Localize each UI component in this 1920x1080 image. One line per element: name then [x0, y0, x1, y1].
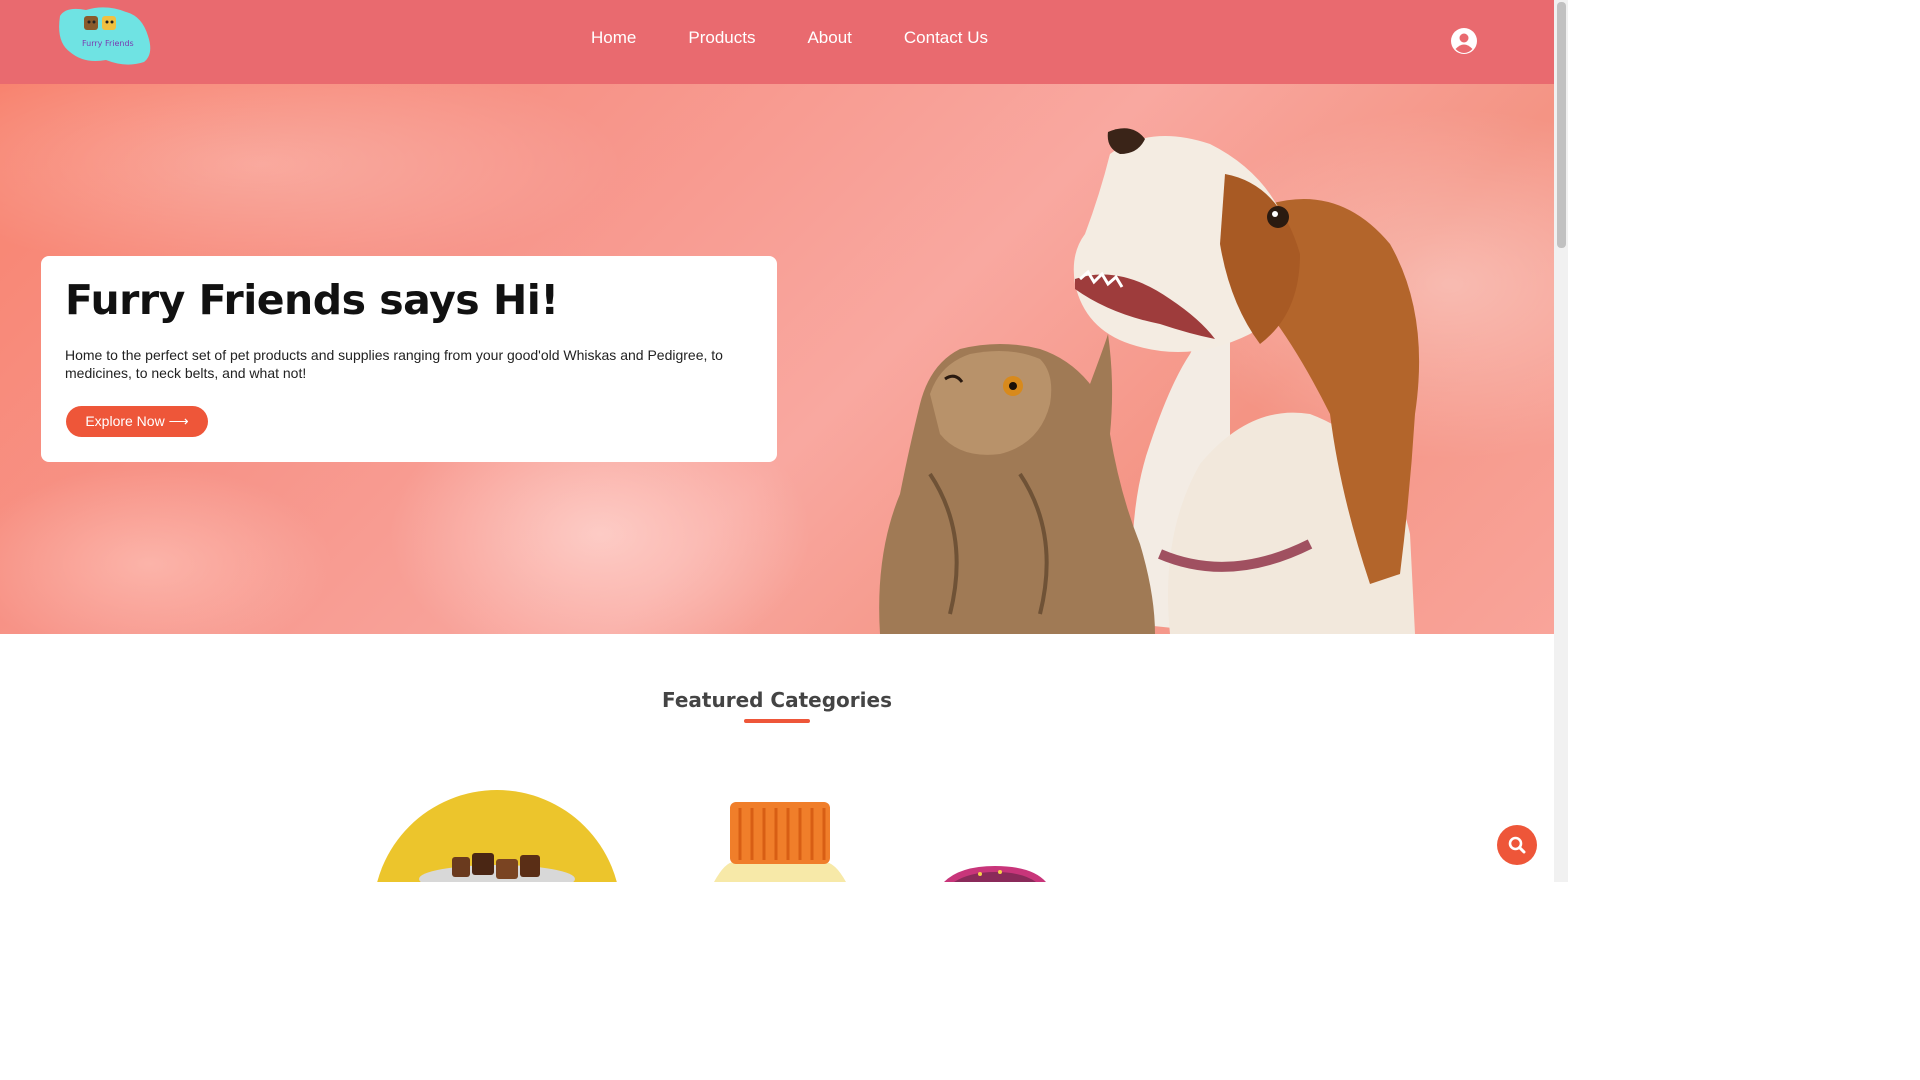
- nav-home[interactable]: Home: [591, 28, 636, 48]
- search-icon: [1508, 836, 1526, 854]
- logo-text: Furry Friends: [82, 39, 134, 48]
- site-header: Furry Friends Home Products About Contac…: [0, 0, 1554, 84]
- logo[interactable]: Furry Friends: [56, 6, 152, 68]
- hero-card: Furry Friends says Hi! Home to the perfe…: [41, 256, 777, 462]
- nav-contact[interactable]: Contact Us: [904, 28, 988, 48]
- hero-section: Furry Friends says Hi! Home to the perfe…: [0, 84, 1554, 634]
- scrollbar-thumb[interactable]: [1557, 2, 1566, 248]
- page: Furry Friends Home Products About Contac…: [0, 0, 1568, 882]
- nav-products[interactable]: Products: [688, 28, 755, 48]
- explore-now-button[interactable]: Explore Now ⟶: [66, 406, 208, 437]
- nav-about[interactable]: About: [807, 28, 851, 48]
- category-food-image[interactable]: [372, 789, 622, 882]
- page-scrollbar[interactable]: [1554, 0, 1568, 882]
- featured-categories-title: Featured Categories: [662, 688, 892, 712]
- user-circle-icon[interactable]: [1450, 27, 1478, 55]
- category-medicine-image[interactable]: [706, 800, 852, 882]
- hero-title: Furry Friends says Hi!: [65, 276, 559, 324]
- search-button[interactable]: [1497, 825, 1537, 865]
- title-underline: [744, 719, 810, 723]
- main-nav: Home Products About Contact Us: [591, 28, 1040, 48]
- hero-description: Home to the perfect set of pet products …: [65, 347, 723, 381]
- cat-and-dog-image: [879, 128, 1420, 634]
- category-accessories-image[interactable]: [940, 862, 1050, 882]
